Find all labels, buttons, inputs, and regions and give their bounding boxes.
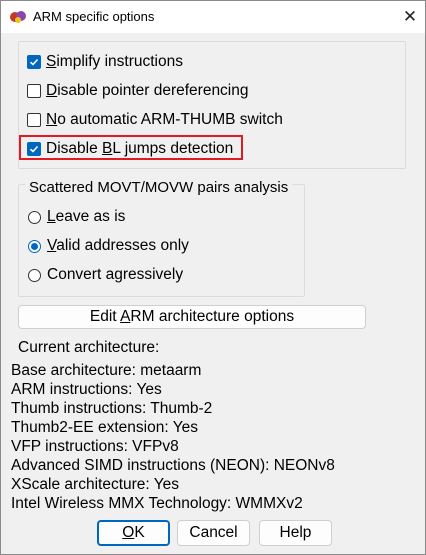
current-architecture-label: Current architecture: bbox=[18, 339, 160, 356]
arch-info-line: Base architecture: metaarm bbox=[11, 362, 202, 379]
checkbox-unchecked-icon bbox=[27, 113, 41, 127]
valid-label: Valid addresses only bbox=[47, 237, 189, 254]
disable-deref-label: Disable pointer dereferencing bbox=[46, 82, 249, 99]
no-auto-switch-label: No automatic ARM-THUMB switch bbox=[46, 111, 283, 128]
disable-pointer-deref-checkbox[interactable]: Disable pointer dereferencing bbox=[27, 82, 249, 100]
dialog-window: ARM specific options ✕ Simplify instruct… bbox=[0, 0, 426, 555]
close-icon: ✕ bbox=[402, 7, 418, 26]
convert-label: Convert agressively bbox=[47, 266, 184, 283]
arch-info-line: Advanced SIMD instructions (NEON): NEONv… bbox=[11, 457, 335, 474]
arch-info-line: Thumb2-EE extension: Yes bbox=[11, 419, 198, 436]
close-button[interactable]: ✕ bbox=[395, 1, 425, 33]
radio-selected-icon bbox=[28, 239, 41, 253]
ok-label: OK bbox=[122, 524, 145, 541]
valid-addresses-radio[interactable]: Valid addresses only bbox=[28, 237, 189, 255]
disable-bl-jumps-checkbox[interactable]: Disable BL jumps detection bbox=[27, 140, 233, 158]
help-label: Help bbox=[279, 524, 312, 541]
leave-label: Leave as is bbox=[47, 208, 126, 225]
help-button[interactable]: Help bbox=[259, 520, 332, 546]
simplify-instructions-checkbox[interactable]: Simplify instructions bbox=[27, 53, 183, 71]
edit-arm-options-button[interactable]: Edit ARM architecture options bbox=[18, 305, 366, 329]
arch-info-line: Thumb instructions: Thumb-2 bbox=[11, 400, 213, 417]
ok-button[interactable]: OK bbox=[97, 520, 170, 546]
edit-arm-options-label: Edit ARM architecture options bbox=[89, 308, 295, 325]
checkbox-checked-icon bbox=[27, 55, 41, 69]
arch-info-line: XScale architecture: Yes bbox=[11, 476, 180, 493]
radio-unselected-icon bbox=[28, 210, 41, 224]
arch-info-line: Intel Wireless MMX Technology: WMMXv2 bbox=[11, 495, 303, 512]
arch-info-line: VFP instructions: VFPv8 bbox=[11, 438, 179, 455]
simplify-label: Simplify instructions bbox=[46, 53, 183, 70]
cancel-label: Cancel bbox=[189, 524, 238, 541]
no-auto-switch-checkbox[interactable]: No automatic ARM-THUMB switch bbox=[27, 111, 283, 129]
convert-aggressively-radio[interactable]: Convert agressively bbox=[28, 266, 183, 284]
leave-as-is-radio[interactable]: Leave as is bbox=[28, 208, 125, 226]
checkbox-checked-icon bbox=[27, 142, 41, 156]
arch-info-line: ARM instructions: Yes bbox=[11, 381, 162, 398]
cancel-button[interactable]: Cancel bbox=[177, 520, 250, 546]
title-bar: ARM specific options ✕ bbox=[1, 1, 425, 33]
movt-group-title: Scattered MOVT/MOVW pairs analysis bbox=[25, 179, 293, 196]
radio-unselected-icon bbox=[28, 268, 41, 282]
checkbox-unchecked-icon bbox=[27, 84, 41, 98]
app-icon bbox=[10, 11, 26, 23]
disable-bl-label: Disable BL jumps detection bbox=[46, 140, 234, 157]
window-title: ARM specific options bbox=[33, 9, 155, 24]
